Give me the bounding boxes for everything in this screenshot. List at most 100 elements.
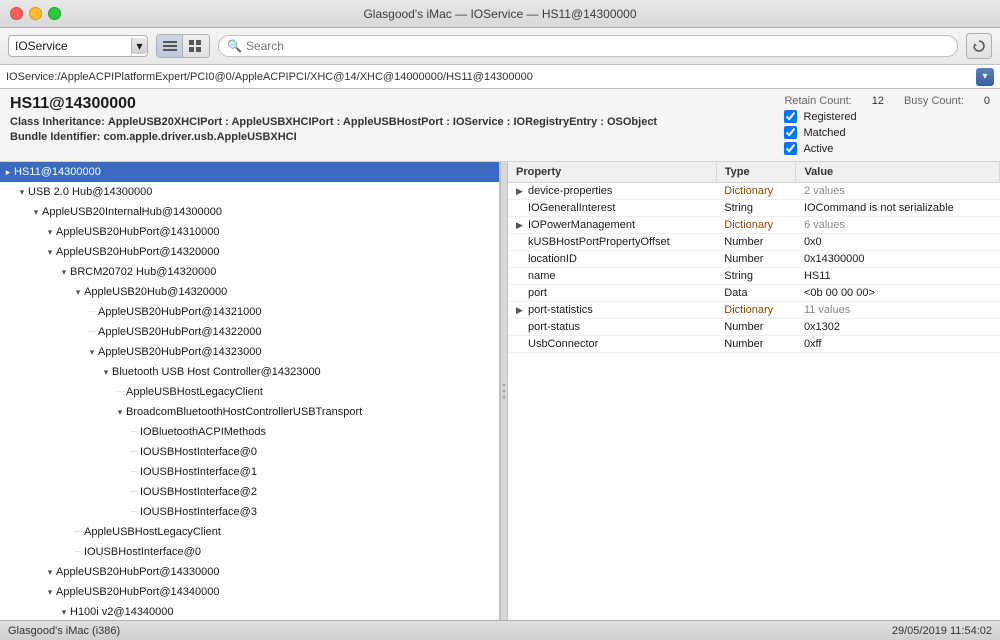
tree-item[interactable]: ▾AppleUSB20HubPort@14323000: [0, 342, 499, 362]
matched-row: Matched: [784, 126, 990, 139]
tree-item[interactable]: —IOBluetoothACPIMethods: [0, 422, 499, 442]
tree-item[interactable]: ▾USB 2.0 Hub@14300000: [0, 182, 499, 202]
tree-arrow-icon: ▾: [44, 564, 56, 580]
registered-label: Registered: [803, 111, 856, 123]
tree-item[interactable]: —IOUSBHostInterface@0: [0, 442, 499, 462]
property-key: IOGeneralInterest: [508, 200, 716, 217]
property-row[interactable]: ▶device-propertiesDictionary2 values: [508, 183, 1000, 200]
path-dropdown-button[interactable]: ▾: [976, 68, 994, 86]
tree-item[interactable]: —AppleUSB20HubPort@14322000: [0, 322, 499, 342]
property-expand-icon[interactable]: ▶: [516, 305, 528, 316]
property-key-label: port-status: [528, 321, 580, 333]
tree-item-label: H100i v2@14340000: [70, 604, 174, 620]
tree-item-label: Bluetooth USB Host Controller@14323000: [112, 364, 321, 380]
window-controls[interactable]: [10, 7, 61, 20]
property-value: 6 values: [796, 217, 1000, 234]
busy-count-label: Busy Count:: [904, 95, 964, 107]
tree-item[interactable]: ▾Bluetooth USB Host Controller@14323000: [0, 362, 499, 382]
property-row[interactable]: ▶IOPowerManagementDictionary6 values: [508, 217, 1000, 234]
device-info: Glasgood's iMac (i386): [8, 625, 120, 637]
property-row[interactable]: ▶port-statisticsDictionary11 values: [508, 302, 1000, 319]
property-key-label: locationID: [528, 253, 577, 265]
property-type: Number: [716, 319, 796, 336]
property-expand-icon[interactable]: ▶: [516, 220, 528, 231]
property-row[interactable]: locationIDNumber0x14300000: [508, 251, 1000, 268]
property-expand-icon[interactable]: ▶: [516, 186, 528, 197]
count-row: Retain Count: 12 Busy Count: 0: [784, 95, 990, 107]
property-row[interactable]: kUSBHostPortPropertyOffsetNumber0x0: [508, 234, 1000, 251]
tree-arrow-icon: —: [128, 424, 140, 440]
active-checkbox[interactable]: [784, 142, 797, 155]
class-value: AppleUSB20XHCIPort : AppleUSBXHCIPort : …: [108, 116, 657, 128]
registered-row: Registered: [784, 110, 990, 123]
tree-panel[interactable]: ▸HS11@14300000▾USB 2.0 Hub@14300000▾Appl…: [0, 162, 500, 620]
tree-arrow-icon: —: [128, 504, 140, 520]
property-row[interactable]: nameStringHS11: [508, 268, 1000, 285]
property-row[interactable]: port-status Number0x1302: [508, 319, 1000, 336]
tree-item[interactable]: ▾AppleUSB20Hub@14320000: [0, 282, 499, 302]
tree-item[interactable]: ▾AppleUSB20InternalHub@14300000: [0, 202, 499, 222]
tree-arrow-icon: ▾: [114, 404, 126, 420]
tree-item[interactable]: —IOUSBHostInterface@2: [0, 482, 499, 502]
property-type: String: [716, 200, 796, 217]
property-row[interactable]: IOGeneralInterestStringIOCommand is not …: [508, 200, 1000, 217]
active-label: Active: [803, 143, 833, 155]
view-toggle: [156, 34, 210, 58]
property-key-label: kUSBHostPortPropertyOffset: [528, 236, 670, 248]
tree-arrow-icon: ▾: [16, 184, 28, 200]
property-value: IOCommand is not serializable: [796, 200, 1000, 217]
tree-arrow-icon: ▾: [100, 364, 112, 380]
matched-checkbox[interactable]: [784, 126, 797, 139]
maximize-button[interactable]: [48, 7, 61, 20]
tree-item[interactable]: —AppleUSBHostLegacyClient: [0, 522, 499, 542]
view-list-button[interactable]: [157, 35, 183, 57]
selector-dropdown-arrow[interactable]: ▾: [131, 38, 147, 54]
path-text: IOService:/AppleACPIPlatformExpert/PCI0@…: [6, 71, 976, 83]
property-row[interactable]: UsbConnectorNumber0xff: [508, 336, 1000, 353]
tree-item[interactable]: ▾BroadcomBluetoothHostControllerUSBTrans…: [0, 402, 499, 422]
tree-arrow-icon: —: [72, 524, 84, 540]
registered-checkbox[interactable]: [784, 110, 797, 123]
tree-item[interactable]: ▾BRCM20702 Hub@14320000: [0, 262, 499, 282]
property-key-label: UsbConnector: [528, 338, 598, 350]
property-value: 0x1302: [796, 319, 1000, 336]
property-key: ▶device-properties: [508, 183, 716, 200]
divider-icon: [502, 381, 506, 401]
refresh-icon: [972, 39, 986, 53]
main-content: ▸HS11@14300000▾USB 2.0 Hub@14300000▾Appl…: [0, 162, 1000, 620]
search-box[interactable]: 🔍: [218, 35, 958, 57]
tree-item[interactable]: —IOUSBHostInterface@1: [0, 462, 499, 482]
view-grid-button[interactable]: [183, 35, 209, 57]
tree-item[interactable]: ▾AppleUSB20HubPort@14310000: [0, 222, 499, 242]
bundle-label: Bundle Identifier:: [10, 131, 100, 143]
properties-table: Property Type Value ▶device-propertiesDi…: [508, 162, 1000, 353]
tree-item[interactable]: —IOUSBHostInterface@0: [0, 542, 499, 562]
refresh-button[interactable]: [966, 33, 992, 59]
panel-divider[interactable]: [500, 162, 508, 620]
search-input[interactable]: [246, 39, 949, 53]
tree-item[interactable]: ▾AppleUSB20HubPort@14340000: [0, 582, 499, 602]
info-left: HS11@14300000 Class Inheritance: AppleUS…: [10, 95, 764, 155]
close-button[interactable]: [10, 7, 23, 20]
tree-item-label: AppleUSB20Hub@14320000: [84, 284, 227, 300]
property-value: 2 values: [796, 183, 1000, 200]
tree-item[interactable]: ▾H100i v2@14340000: [0, 602, 499, 620]
tree-arrow-icon: —: [128, 444, 140, 460]
tree-item[interactable]: —IOUSBHostInterface@3: [0, 502, 499, 522]
tree-item[interactable]: ▾AppleUSB20HubPort@14330000: [0, 562, 499, 582]
property-type: Number: [716, 251, 796, 268]
tree-item[interactable]: ▸HS11@14300000: [0, 162, 499, 182]
property-key-label: name: [528, 270, 556, 282]
titlebar: Glasgood's iMac — IOService — HS11@14300…: [0, 0, 1000, 28]
property-type: Number: [716, 234, 796, 251]
tree-item[interactable]: —AppleUSBHostLegacyClient: [0, 382, 499, 402]
service-selector[interactable]: IOService ▾: [8, 35, 148, 57]
property-value: 0xff: [796, 336, 1000, 353]
properties-panel[interactable]: Property Type Value ▶device-propertiesDi…: [508, 162, 1000, 620]
grid-icon: [189, 40, 203, 52]
tree-item[interactable]: ▾AppleUSB20HubPort@14320000: [0, 242, 499, 262]
property-row[interactable]: portData<0b 00 00 00>: [508, 285, 1000, 302]
property-type: Dictionary: [716, 302, 796, 319]
tree-item[interactable]: —AppleUSB20HubPort@14321000: [0, 302, 499, 322]
minimize-button[interactable]: [29, 7, 42, 20]
